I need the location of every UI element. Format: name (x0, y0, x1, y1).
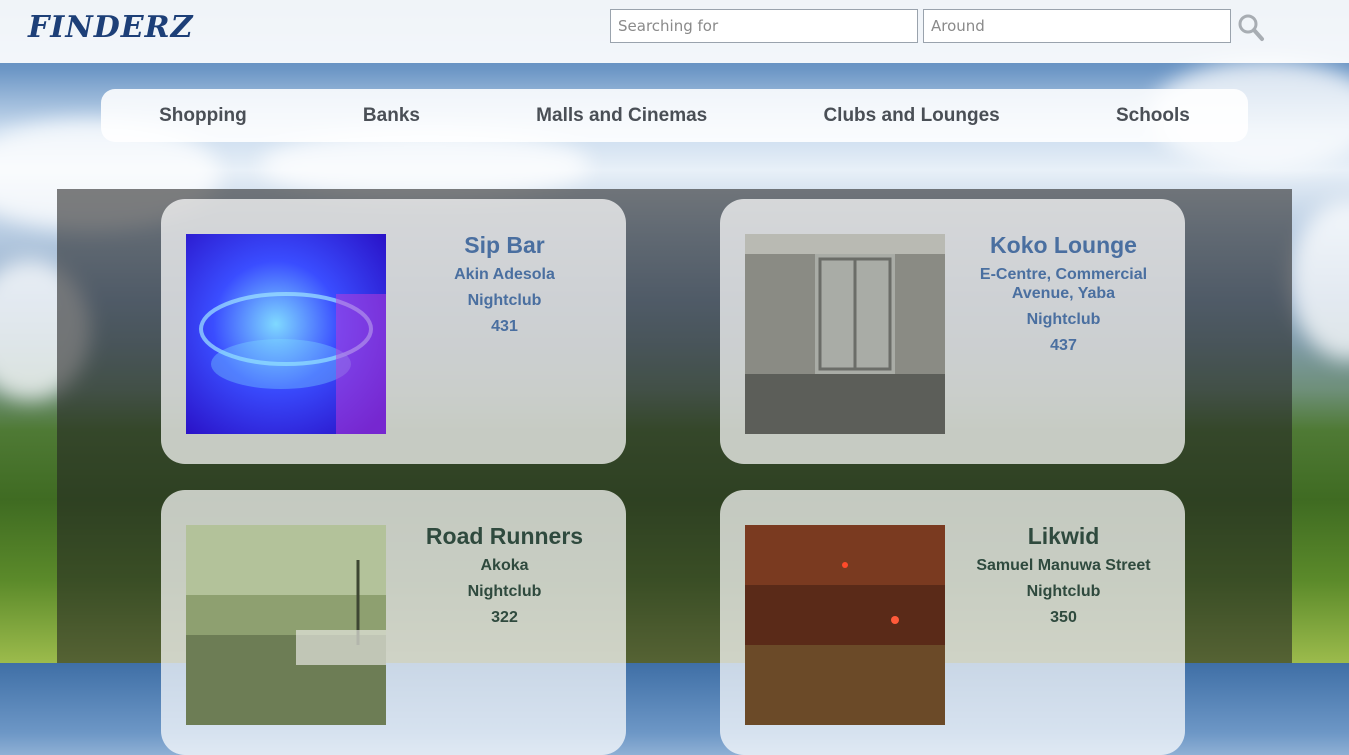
listing-card[interactable]: Road Runners Akoka Nightclub 322 (161, 490, 626, 755)
top-header: FINDERZ (0, 0, 1349, 63)
listing-address: Akin Adesola (454, 266, 555, 283)
listing-count: 437 (1050, 337, 1077, 354)
search-icon (1238, 14, 1264, 41)
cloud (1290, 200, 1349, 360)
listing-category: Nightclub (1026, 583, 1101, 600)
listing-info: Likwid Samuel Manuwa Street Nightclub 35… (950, 523, 1177, 634)
listing-category: Nightclub (1026, 311, 1101, 328)
listing-address: Akoka (480, 557, 529, 574)
site-logo[interactable]: FINDERZ (28, 10, 193, 45)
nav-item-shopping[interactable]: Shopping (149, 105, 257, 127)
listing-count: 431 (491, 318, 518, 335)
nav-item-banks[interactable]: Banks (353, 105, 430, 127)
nav-item-schools[interactable]: Schools (1106, 105, 1200, 127)
listing-card[interactable]: Koko Lounge E-Centre, Commercial Avenue,… (720, 199, 1185, 464)
listing-name: Koko Lounge (990, 232, 1137, 258)
listing-photo (745, 525, 945, 725)
listing-name: Road Runners (425, 523, 584, 549)
listing-name: Likwid (1027, 523, 1100, 549)
nav-item-clubs-lounges[interactable]: Clubs and Lounges (813, 105, 1009, 127)
listing-count: 322 (491, 609, 518, 626)
search-button[interactable] (1237, 13, 1265, 43)
listing-info: Koko Lounge E-Centre, Commercial Avenue,… (950, 232, 1177, 362)
listing-photo (186, 525, 386, 725)
listing-card[interactable]: Sip Bar Akin Adesola Nightclub 431 (161, 199, 626, 464)
category-nav: Shopping Banks Malls and Cinemas Clubs a… (101, 89, 1248, 142)
search-query-input[interactable] (610, 9, 918, 43)
listing-photo (186, 234, 386, 434)
listing-category: Nightclub (467, 583, 542, 600)
search-location-input[interactable] (923, 9, 1231, 43)
listing-address: E-Centre, Commercial Avenue, Yaba (979, 266, 1148, 302)
listing-photo (745, 234, 945, 434)
listing-info: Road Runners Akoka Nightclub 322 (391, 523, 618, 634)
listing-info: Sip Bar Akin Adesola Nightclub 431 (391, 232, 618, 343)
nav-item-malls-cinemas[interactable]: Malls and Cinemas (526, 105, 717, 127)
listing-count: 350 (1050, 609, 1077, 626)
listings-panel: Sip Bar Akin Adesola Nightclub 431 Koko … (57, 189, 1292, 755)
listing-name: Sip Bar (464, 232, 545, 258)
listing-address: Samuel Manuwa Street (976, 557, 1151, 574)
listing-category: Nightclub (467, 292, 542, 309)
listing-card[interactable]: Likwid Samuel Manuwa Street Nightclub 35… (720, 490, 1185, 755)
